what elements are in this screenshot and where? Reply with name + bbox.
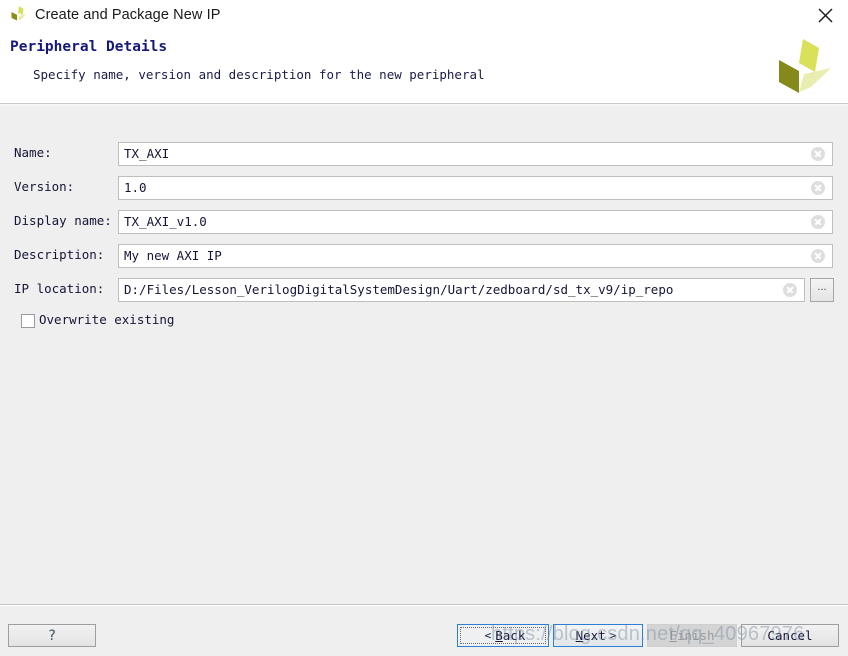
label-version: Version: (14, 179, 75, 194)
help-button[interactable]: ? (8, 624, 96, 647)
chevron-left-icon: < (484, 629, 492, 642)
window-title: Create and Package New IP (35, 7, 221, 23)
page-title: Peripheral Details (10, 39, 168, 55)
description-field-value[interactable]: My new AXI IP (119, 245, 811, 267)
clear-circle-icon[interactable] (811, 249, 825, 263)
label-display-name: Display name: (14, 213, 112, 228)
clear-circle-icon[interactable] (783, 283, 797, 297)
form-row-display-name: Display name: TX_AXI_v1.0 (0, 210, 848, 234)
form-row-version: Version: 1.0 (0, 176, 848, 200)
back-button[interactable]: < Back (457, 624, 549, 647)
description-field[interactable]: My new AXI IP (118, 244, 833, 268)
label-description: Description: (14, 247, 105, 262)
page-subtitle: Specify name, version and description fo… (33, 67, 485, 82)
version-field[interactable]: 1.0 (118, 176, 833, 200)
form-row-name: Name: TX_AXI (0, 142, 848, 166)
browse-button[interactable]: ... (810, 278, 834, 302)
clear-circle-icon[interactable] (811, 181, 825, 195)
form-panel: Name: TX_AXI Version: 1.0 Display name: … (0, 107, 848, 605)
overwrite-existing-checkbox[interactable] (21, 314, 35, 328)
form-row-description: Description: My new AXI IP (0, 244, 848, 268)
name-field[interactable]: TX_AXI (118, 142, 833, 166)
label-name: Name: (14, 145, 52, 160)
footer-bar: ? < Back Next > Finish Cancel (0, 606, 848, 656)
display-name-field[interactable]: TX_AXI_v1.0 (118, 210, 833, 234)
next-button-label: Next (575, 628, 606, 643)
dialog-header: Peripheral Details Specify name, version… (0, 30, 848, 103)
xilinx-pinwheel-logo (769, 35, 835, 101)
form-row-ip-location: IP location: D:/Files/Lesson_VerilogDigi… (0, 278, 848, 302)
overwrite-existing-label: Overwrite existing (39, 312, 175, 327)
ip-location-field-value[interactable]: D:/Files/Lesson_VerilogDigitalSystemDesi… (119, 279, 783, 301)
clear-circle-icon[interactable] (811, 215, 825, 229)
cancel-button[interactable]: Cancel (741, 624, 839, 647)
finish-button-label: Finish (669, 628, 715, 643)
finish-button: Finish (647, 624, 737, 647)
chevron-right-icon: > (609, 629, 617, 642)
name-field-value[interactable]: TX_AXI (119, 143, 811, 165)
xilinx-logo-icon (6, 2, 32, 28)
form-row-overwrite: Overwrite existing (0, 312, 848, 332)
close-icon[interactable] (802, 0, 848, 30)
back-button-label: Back (495, 628, 526, 643)
label-ip-location: IP location: (14, 281, 105, 296)
next-button[interactable]: Next > (553, 624, 643, 647)
clear-circle-icon[interactable] (811, 147, 825, 161)
title-bar: Create and Package New IP (0, 0, 848, 30)
ip-location-field[interactable]: D:/Files/Lesson_VerilogDigitalSystemDesi… (118, 278, 805, 302)
version-field-value[interactable]: 1.0 (119, 177, 811, 199)
display-name-field-value[interactable]: TX_AXI_v1.0 (119, 211, 811, 233)
